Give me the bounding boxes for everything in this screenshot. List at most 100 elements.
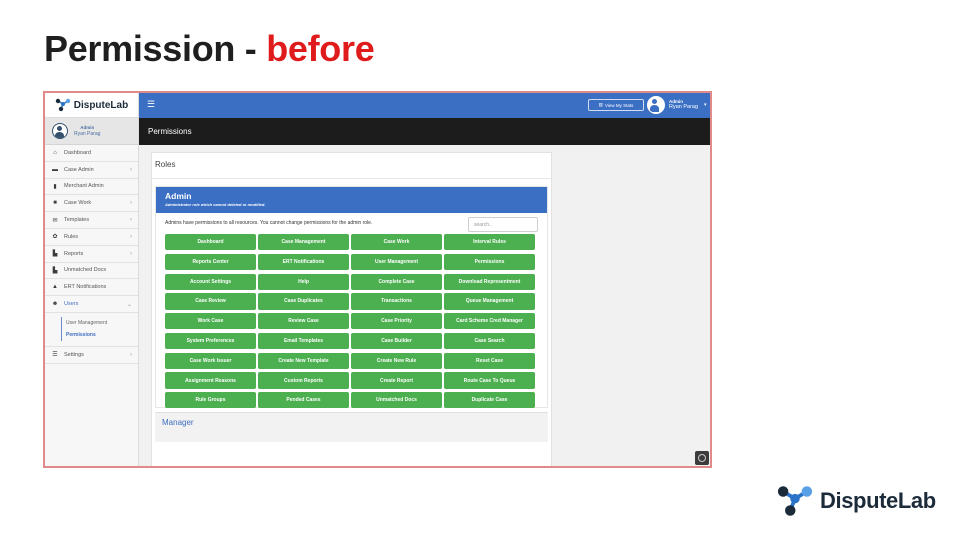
permission-button[interactable]: Case Search [444, 332, 535, 350]
sidebar-item-unmatched-docs[interactable]: ▙ Unmatched Docs [45, 263, 138, 280]
disputelab-logo-icon [55, 98, 70, 112]
permission-button[interactable]: Queue Management [444, 293, 535, 310]
sidebar-item-users[interactable]: ☻ Users ⌄ [45, 296, 138, 313]
sidebar-item-rules[interactable]: ✿ Rules › [45, 229, 138, 246]
permission-button[interactable]: Route Case To Queue [444, 372, 535, 389]
view-my-stats-label: View My Stats [604, 102, 634, 108]
sidebar-item-label: Case Admin [64, 166, 94, 173]
sidebar-item-label: Rules [64, 233, 79, 240]
sidebar-item-label: Case Work [64, 200, 92, 207]
sidebar-item-templates[interactable]: ✉ Templates › [45, 212, 138, 229]
permission-button[interactable]: Work Case [165, 313, 256, 330]
app-screenshot: DisputeLab Admin Ryan Parag ⌂ Dashboard ▬ C… [43, 91, 712, 468]
sidebar-item-user-management[interactable]: User Management [61, 316, 138, 329]
list-icon: ☰ [52, 352, 58, 359]
disputelab-logo-icon [777, 486, 813, 516]
brand-footer: DisputeLab [776, 484, 936, 518]
permission-button[interactable]: Permissions [444, 253, 535, 270]
permission-button[interactable]: Case Priority [351, 313, 442, 330]
home-icon: ⌂ [53, 149, 57, 156]
help-icon[interactable] [695, 451, 709, 465]
permission-button[interactable]: Reset Case [444, 352, 535, 369]
warning-icon: ▲ [52, 284, 58, 291]
sidebar-item-label: Dashboard [64, 149, 91, 156]
document-icon: ▙ [52, 267, 58, 274]
permission-button[interactable]: User Management [351, 253, 442, 270]
sidebar-user[interactable]: Admin Ryan Parag [45, 118, 138, 145]
permission-button[interactable]: Account Settings [165, 273, 256, 290]
permission-button[interactable]: Card Scheme Cred Manager [444, 313, 535, 330]
avatar [52, 123, 68, 139]
app-logo[interactable]: DisputeLab [45, 93, 138, 118]
chevron-right-icon: › [130, 250, 132, 257]
role-name: Manager [162, 418, 194, 427]
permission-button[interactable]: Unmatched Docs [351, 392, 442, 409]
caret-down-icon: ▾ [704, 102, 707, 108]
chevron-right-icon: › [130, 351, 132, 358]
permission-grid: Dashboard Case Management Case Work Interva… [165, 234, 535, 429]
briefcase-icon: ▬ [52, 166, 58, 173]
view-my-stats-button[interactable]: ▥ View My Stats [588, 99, 644, 111]
envelope-icon: ✉ [52, 217, 58, 224]
permission-button[interactable]: Download Representment [444, 273, 535, 290]
permission-button[interactable]: Transactions [351, 293, 442, 310]
slide-title-main: Permission - [44, 28, 267, 69]
chevron-right-icon: › [130, 217, 132, 224]
sidebar-item-label: Settings [64, 351, 84, 358]
permission-button[interactable]: Case Work [351, 234, 442, 251]
sidebar-item-case-admin[interactable]: ▬ Case Admin › [45, 162, 138, 179]
permission-button[interactable]: Case Work Issuer [165, 352, 256, 369]
permission-button[interactable]: Dashboard [165, 234, 256, 251]
slide-title-accent: before [266, 28, 375, 69]
permission-button[interactable]: Case Duplicates [258, 293, 349, 310]
sidebar-item-reports[interactable]: ▙ Reports › [45, 246, 138, 263]
building-icon: ▮ [53, 183, 57, 190]
permission-button[interactable]: Create New Rule [351, 352, 442, 369]
permission-button[interactable]: Create New Template [258, 352, 349, 369]
role-panel-manager[interactable]: Manager [155, 412, 548, 442]
chevron-right-icon: › [130, 233, 132, 240]
permission-button[interactable]: Assignment Reasons [165, 372, 256, 389]
permission-button[interactable]: Custom Reports [258, 372, 349, 389]
menu-icon[interactable]: ☰ [147, 100, 155, 109]
permission-button[interactable]: Review Case [258, 313, 349, 330]
roles-card: Roles Admin Administrator role which can… [151, 152, 552, 466]
user-menu[interactable]: Admin Ryan Parag ▾ [647, 96, 707, 114]
permission-button[interactable]: ERT Notifications [258, 253, 349, 270]
top-bar: ☰ ▥ View My Stats Admin Ryan Parag ▾ [139, 93, 710, 118]
permission-button[interactable]: Help [258, 273, 349, 290]
permission-button[interactable]: Interval Rules [444, 234, 535, 251]
sidebar-item-label: Users [64, 301, 79, 308]
sidebar-item-permissions[interactable]: Permissions [61, 328, 138, 341]
sidebar-item-merchant-admin[interactable]: ▮ Merchant Admin [45, 179, 138, 196]
sidebar-item-dashboard[interactable]: ⌂ Dashboard [45, 145, 138, 162]
role-note: Admins have permissions to all resources… [165, 220, 373, 226]
permission-button[interactable]: Complete Case [351, 273, 442, 290]
file-icon: ▙ [52, 251, 58, 258]
chevron-down-icon: ⌄ [126, 301, 132, 308]
permission-button[interactable]: Case Builder [351, 332, 442, 350]
permission-button[interactable]: Create Report [351, 372, 442, 389]
permission-button[interactable]: Reports Center [165, 253, 256, 270]
brand-name: DisputeLab [820, 488, 936, 513]
permission-button[interactable]: Email Templates [258, 332, 349, 350]
sidebar: DisputeLab Admin Ryan Parag ⌂ Dashboard ▬ C… [45, 93, 139, 466]
permission-button[interactable]: Rule Groups [165, 392, 256, 409]
permission-search-input[interactable]: search.. [468, 217, 538, 232]
sidebar-item-case-work[interactable]: ■ Case Work › [45, 195, 138, 213]
permission-button[interactable]: Duplicate Case [444, 392, 535, 409]
permission-button[interactable]: Pended Cases [258, 392, 349, 409]
permission-button[interactable]: Case Review [165, 293, 256, 310]
roles-title: Roles [155, 160, 176, 169]
logo-name: DisputeLab [73, 99, 129, 111]
divider [152, 178, 551, 179]
avatar [647, 96, 665, 114]
sidebar-item-label: Unmatched Docs [64, 267, 107, 274]
users-subnav: User Management Permissions [45, 313, 138, 347]
user-menu-name: Ryan Parag [669, 104, 699, 111]
permission-button[interactable]: System Preferences [165, 332, 256, 350]
sidebar-item-ert-notifications[interactable]: ▲ ERT Notifications [45, 279, 138, 297]
slide-title: Permission - before [44, 28, 375, 70]
sidebar-item-settings[interactable]: ☰ Settings › [45, 347, 138, 364]
permission-button[interactable]: Case Management [258, 234, 349, 251]
